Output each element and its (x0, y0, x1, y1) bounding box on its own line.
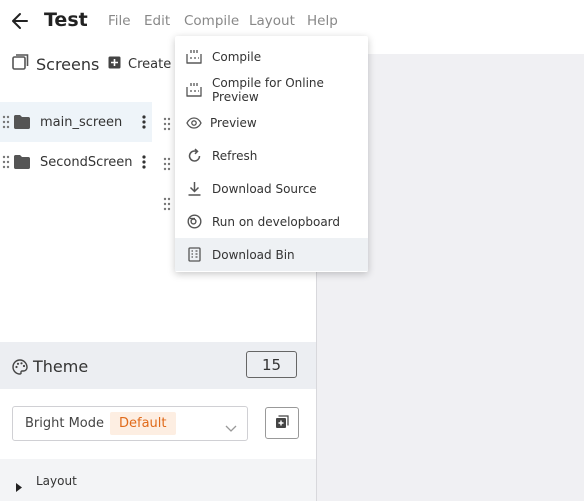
default-badge: Default (110, 412, 176, 435)
theme-count-badge: 15 (246, 351, 297, 378)
drag-handle-icon[interactable] (163, 156, 171, 171)
menu-item-label: Download Source (212, 181, 317, 196)
menu-item-preview[interactable]: Preview (175, 106, 368, 139)
screen-name: SecondScreen (40, 154, 133, 170)
board-icon (186, 214, 202, 230)
drag-handle-icon[interactable] (2, 115, 10, 129)
theme-mode-select[interactable]: Bright Mode Default (12, 406, 248, 441)
create-screen-button[interactable]: Create S (108, 53, 184, 75)
menu-item-label: Compile for Online Preview (212, 75, 324, 104)
menu-file[interactable]: File (108, 13, 131, 29)
refresh-icon (186, 148, 202, 164)
screen-item-main[interactable]: main_screen (0, 102, 152, 142)
screens-label: Screens (36, 54, 100, 74)
screen-name: main_screen (40, 114, 123, 130)
menu-item-download-source[interactable]: Download Source (175, 172, 368, 205)
screens-icon (12, 53, 29, 75)
menu-compile[interactable]: Compile (184, 13, 239, 29)
drag-handle-icon[interactable] (163, 116, 171, 131)
duplicate-theme-button[interactable] (265, 407, 299, 439)
menu-item-label: Refresh (212, 148, 258, 163)
more-vertical-icon[interactable] (138, 115, 150, 129)
menu-item-run-board[interactable]: Run on developboard (175, 205, 368, 238)
compile-dropdown-menu: Compile Compile for Online Preview Previ… (175, 36, 368, 272)
caret-right-icon[interactable] (16, 477, 22, 496)
bin-icon (186, 247, 202, 263)
download-icon (186, 181, 202, 197)
project-title: Test (44, 9, 88, 31)
back-arrow-icon[interactable] (10, 10, 30, 32)
compile-icon (186, 49, 202, 65)
more-vertical-icon[interactable] (138, 155, 150, 169)
eye-icon (186, 115, 202, 131)
menu-help[interactable]: Help (307, 13, 338, 29)
menu-layout[interactable]: Layout (249, 13, 295, 29)
folder-icon (14, 155, 30, 169)
chevron-down-icon (225, 418, 237, 437)
add-square-icon (108, 56, 121, 73)
screen-item-second[interactable]: SecondScreen (0, 142, 152, 182)
menu-item-label: Compile (212, 49, 262, 64)
theme-mode-value: Bright Mode (25, 416, 105, 431)
drag-handle-icon[interactable] (2, 155, 10, 169)
drag-handle-icon[interactable] (163, 196, 171, 211)
compile-online-icon (186, 82, 202, 98)
menu-item-label: Preview (210, 115, 257, 130)
menu-item-label: Run on developboard (212, 214, 341, 229)
screens-header: Screens (12, 53, 99, 75)
menu-item-compile[interactable]: Compile (175, 40, 368, 73)
layout-section-label: Layout (36, 474, 77, 488)
theme-label: Theme (33, 357, 89, 376)
menu-item-download-bin[interactable]: Download Bin (175, 238, 368, 271)
folder-icon (14, 115, 30, 129)
menu-item-label: Download Bin (212, 247, 295, 262)
menu-item-compile-online[interactable]: Compile for Online Preview (175, 73, 368, 106)
copy-add-icon (275, 414, 289, 433)
menu-edit[interactable]: Edit (144, 13, 170, 29)
palette-icon (12, 359, 28, 375)
menu-item-refresh[interactable]: Refresh (175, 139, 368, 172)
